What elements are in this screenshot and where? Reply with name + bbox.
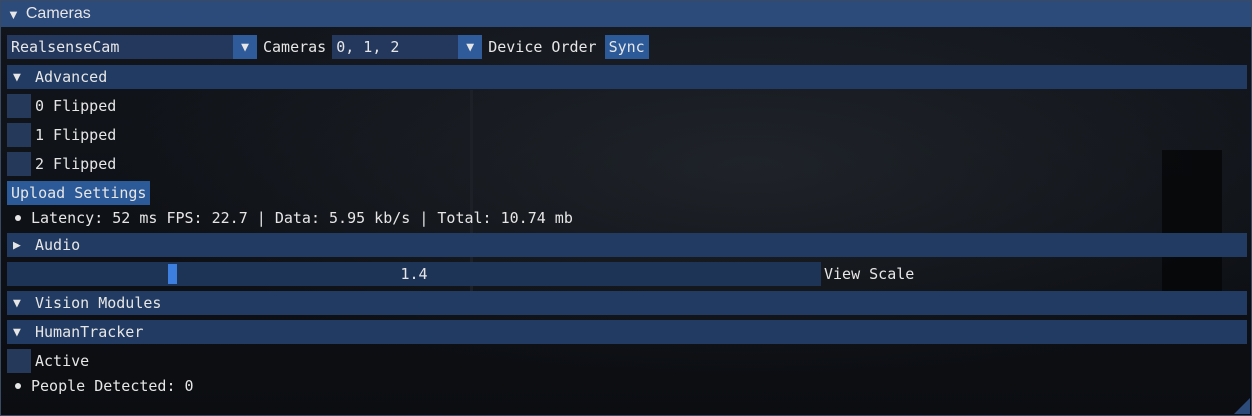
advanced-section-header[interactable]: ▼ Advanced	[7, 65, 1247, 89]
collapse-triangle-icon[interactable]: ▼	[13, 70, 27, 85]
flip-1-label: 1 Flipped	[35, 126, 117, 144]
sync-button[interactable]: Sync	[604, 35, 649, 59]
advanced-title: Advanced	[35, 68, 108, 86]
resize-grip-icon[interactable]	[1234, 398, 1250, 414]
view-scale-label: View Scale	[824, 265, 915, 283]
window-titlebar[interactable]: ▼ Cameras	[1, 1, 1251, 27]
flip-0-checkbox[interactable]	[7, 94, 31, 118]
human-tracker-title: HumanTracker	[35, 323, 144, 341]
device-order-select[interactable]: 0, 1, 2 ▼	[332, 35, 483, 59]
bullet-icon	[15, 383, 21, 389]
view-scale-slider[interactable]: 1.4	[7, 262, 821, 286]
flip-0-label: 0 Flipped	[35, 97, 117, 115]
active-row: Active	[7, 349, 89, 373]
upload-settings-button[interactable]: Upload Settings	[7, 181, 151, 205]
audio-title: Audio	[35, 236, 81, 254]
cameras-label: Cameras	[263, 38, 327, 56]
flip-2-label: 2 Flipped	[35, 155, 117, 173]
flip-1-row: 1 Flipped	[7, 123, 116, 147]
human-tracker-section-header[interactable]: ▼ HumanTracker	[7, 320, 1247, 344]
flip-2-row: 2 Flipped	[7, 152, 116, 176]
people-detected-row: People Detected: 0	[15, 377, 194, 395]
camera-controls-row: RealsenseCam ▼ Cameras 0, 1, 2 ▼ Device …	[7, 35, 649, 59]
flip-1-checkbox[interactable]	[7, 123, 31, 147]
collapse-triangle-icon[interactable]: ▼	[13, 325, 27, 340]
chevron-down-icon[interactable]: ▼	[458, 35, 483, 59]
window-title: Cameras	[25, 5, 91, 22]
active-checkbox[interactable]	[7, 349, 31, 373]
camera-select[interactable]: RealsenseCam ▼	[7, 35, 257, 59]
device-order-label: Device Order	[488, 38, 597, 56]
cameras-window: ▼ Cameras RealsenseCam ▼ Cameras 0, 1, 2…	[0, 0, 1252, 416]
audio-section-header[interactable]: ▶ Audio	[7, 233, 1247, 257]
chevron-down-icon[interactable]: ▼	[233, 35, 257, 59]
flip-2-checkbox[interactable]	[7, 152, 31, 176]
collapse-triangle-icon[interactable]: ▼	[13, 296, 27, 311]
active-label: Active	[35, 352, 90, 370]
people-detected-text: People Detected: 0	[31, 377, 194, 395]
vision-modules-title: Vision Modules	[35, 294, 162, 312]
collapse-triangle-icon[interactable]: ▼	[7, 7, 20, 22]
camera-select-value: RealsenseCam	[11, 38, 120, 56]
device-order-value: 0, 1, 2	[336, 38, 400, 56]
flip-0-row: 0 Flipped	[7, 94, 116, 118]
expand-triangle-icon[interactable]: ▶	[13, 238, 27, 253]
view-scale-value: 1.4	[400, 265, 428, 283]
vision-modules-section-header[interactable]: ▼ Vision Modules	[7, 291, 1247, 315]
bullet-icon	[15, 215, 21, 221]
stats-text: Latency: 52 ms FPS: 22.7 | Data: 5.95 kb…	[31, 209, 573, 227]
upload-row: Upload Settings	[7, 181, 151, 205]
stats-row: Latency: 52 ms FPS: 22.7 | Data: 5.95 kb…	[15, 209, 573, 227]
